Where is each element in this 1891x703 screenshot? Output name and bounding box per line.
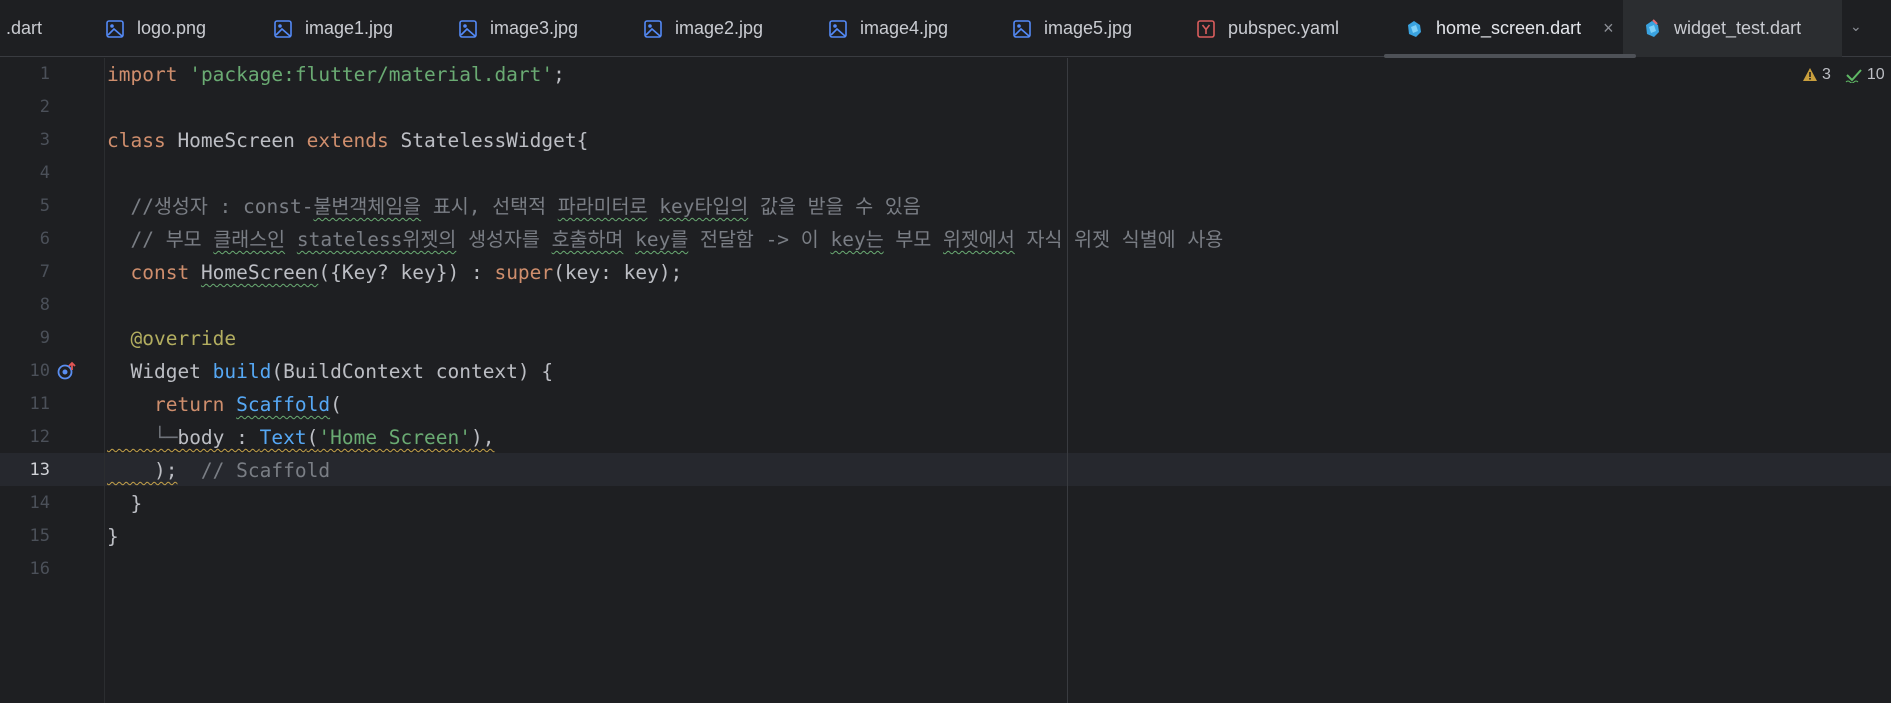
code-line[interactable]: 15 } [0,520,1891,553]
tab-label: image3.jpg [490,18,579,38]
line-number: 2 [39,97,50,117]
tab-label: widget_test.dart [1674,18,1802,38]
code-text: import 'package:flutter/material.dart'; [107,63,565,86]
code-line-current[interactable]: 13 ); // Scaffold [0,454,1891,487]
code-text: const HomeScreen({Key? key}) : super(key… [130,261,683,284]
line-number: 13 [29,460,50,480]
code-text: Widget build(BuildContext context) { [107,360,554,383]
line-number: 9 [39,328,50,348]
tab-label: image4.jpg [860,18,949,38]
tab-label: logo.png [137,18,207,38]
tab-home-screen-dart[interactable]: home_screen.dart × [1384,0,1636,58]
code-line[interactable]: 16 [0,553,1891,586]
tab-label: image1.jpg [305,18,394,38]
tab-label: home_screen.dart [1436,18,1582,38]
code-comment: //생성자 : const-불변객체임을 표시, 선택적 파라미터로 key타입… [107,195,921,218]
editor-tab-bar: .dart logo.png image1.jpg image3.jpg ima… [0,0,1891,58]
code-line[interactable]: 14 } [0,487,1891,520]
dart-test-file-icon [1646,18,1659,37]
tab-image3-jpg[interactable]: image3.jpg [458,0,578,57]
code-line[interactable]: 3 class HomeScreen extends StatelessWidg… [0,124,1891,157]
code-line[interactable]: 12 └─body : Text('Home Screen'), [0,421,1891,454]
line-number: 16 [29,559,50,579]
tab-image2-jpg[interactable]: image2.jpg [643,0,763,57]
override-method-icon[interactable] [56,360,78,382]
close-tab-button[interactable]: × [1603,18,1614,39]
chevron-down-icon[interactable]: ⌄ [1850,18,1862,35]
line-number: 3 [39,130,50,150]
yaml-file-icon [1197,19,1215,38]
line-number: 7 [39,262,50,282]
image-file-icon [1013,19,1031,38]
code-editor[interactable]: 3 10 1 import 'package:flutter/material.… [0,58,1891,703]
line-number: 10 [29,361,50,381]
code-text: class HomeScreen extends StatelessWidget… [107,129,589,152]
tab-image4-jpg[interactable]: image4.jpg [828,0,948,57]
image-file-icon [829,19,847,38]
code-text: @override [130,327,237,350]
code-line[interactable]: 5 //생성자 : const-불변객체임을 표시, 선택적 파라미터로 key… [0,190,1891,223]
code-line[interactable]: 9 @override [0,322,1891,355]
code-text: } [107,492,143,515]
code-text: └─body : Text('Home Screen'), [107,426,495,449]
tab-widget-test-dart[interactable]: widget_test.dart [1642,0,1801,57]
line-number: 1 [39,64,50,84]
line-number: 5 [39,196,50,216]
tab-label: image2.jpg [675,18,764,38]
line-number: 11 [29,394,50,414]
code-text: } [107,525,119,548]
line-number: 12 [29,427,50,447]
code-line[interactable]: 11 return Scaffold( [0,388,1891,421]
code-line[interactable]: 4 [0,157,1891,190]
image-file-icon [644,19,662,38]
tab-logo-png[interactable]: logo.png [105,0,206,57]
line-number: 6 [39,229,50,249]
tab-pubspec-yaml[interactable]: pubspec.yaml [1196,0,1339,57]
code-line[interactable]: 1 import 'package:flutter/material.dart'… [0,58,1891,91]
code-line[interactable]: 6 // 부모 클래스인 stateless위젯의 생성자를 호출하며 key를… [0,223,1891,256]
line-number: 15 [29,526,50,546]
tab-image5-jpg[interactable]: image5.jpg [1012,0,1132,57]
line-number: 14 [29,493,50,513]
code-line[interactable]: 2 [0,91,1891,124]
code-line[interactable]: 8 [0,289,1891,322]
code-line[interactable]: 7 const HomeScreen({Key? key}) : super(k… [0,256,1891,289]
tab-label: image5.jpg [1044,18,1133,38]
code-comment: // 부모 클래스인 stateless위젯의 생성자를 호출하며 key를 전… [107,228,1224,251]
image-file-icon [106,19,124,38]
tab-label: pubspec.yaml [1228,18,1340,38]
line-number: 8 [39,295,50,315]
line-number: 4 [39,163,50,183]
code-line[interactable]: 10 Widget build(BuildContext context) { [0,355,1891,388]
image-file-icon [459,19,477,38]
dart-file-icon [1408,20,1421,37]
code-text: return Scaffold( [153,393,342,416]
code-text: ); // Scaffold [107,459,331,482]
image-file-icon [274,19,292,38]
tab-image1-jpg[interactable]: image1.jpg [273,0,393,57]
tab-label: .dart [6,18,43,38]
tab-dart[interactable]: .dart [6,0,42,57]
